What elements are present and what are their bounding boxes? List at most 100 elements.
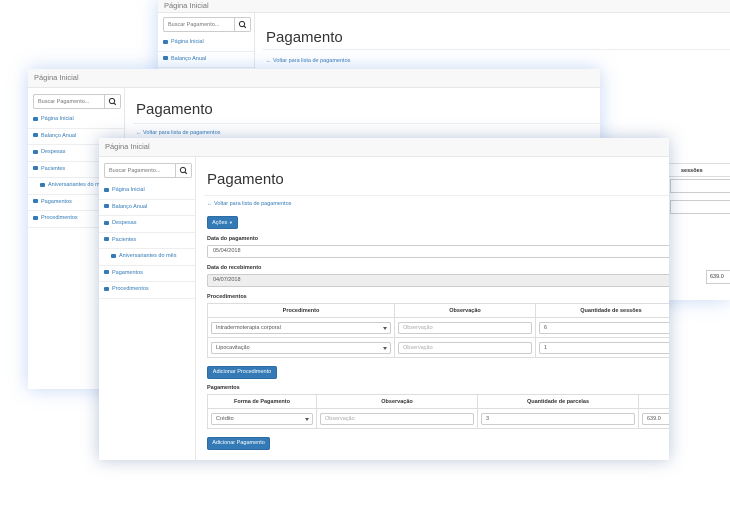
back-link[interactable]: ← Voltar para lista de pagamentos [266, 58, 350, 64]
sidebar-item-payments[interactable]: Pagamentos [99, 266, 195, 282]
list-icon [33, 149, 38, 154]
date-received-input[interactable]: 04/07/2018 [207, 274, 669, 287]
add-payment-button[interactable]: Adicionar Pagamento [207, 437, 270, 450]
sidebar-item-home[interactable]: Página Inicial [28, 112, 124, 129]
column-header: Observação [316, 394, 478, 409]
search-button[interactable] [104, 95, 120, 108]
search-button[interactable] [175, 164, 191, 177]
dashboard-icon [33, 116, 38, 121]
back-link[interactable]: ← Voltar para lista de pagamentos [136, 130, 220, 136]
list-icon [104, 286, 109, 291]
table-row: Lipocavitação Observação 1 [207, 337, 669, 358]
list-icon [104, 204, 109, 209]
amount-fragment: 639.0 [706, 270, 730, 284]
search-button[interactable] [234, 18, 250, 31]
search-icon [238, 20, 247, 29]
observation-input[interactable]: Observação [320, 412, 474, 425]
sidebar-item-annual-balance[interactable]: Balanço Anual [99, 200, 195, 216]
home-link[interactable]: Página Inicial [34, 73, 79, 82]
birthday-cake-icon [111, 253, 116, 258]
list-icon [104, 237, 109, 242]
column-header: Procedimento [207, 303, 395, 318]
sessions-field-fragment-2 [670, 200, 730, 214]
date-payment-input[interactable]: 05/04/2018 [207, 245, 669, 258]
main-content: Pagamento ← Voltar para lista de pagamen… [196, 157, 669, 460]
table-row: Crédito Observação 3 639.0 [207, 408, 669, 429]
sidebar-item-home[interactable]: Página Inicial [99, 183, 195, 200]
page-title: Pagamento [136, 101, 213, 118]
sessions-field-fragment [670, 179, 730, 193]
title-divider [263, 49, 730, 50]
column-header [638, 394, 669, 409]
top-navbar: Página Inicial [158, 0, 730, 13]
caret-down-icon: ▼ [228, 220, 233, 225]
procedure-select[interactable]: Lipocavitação [211, 341, 391, 354]
table-header-row: Forma de Pagamento Observação Quantidade… [207, 394, 669, 409]
list-icon [33, 199, 38, 204]
birthday-cake-icon [40, 182, 45, 187]
search-input[interactable] [164, 18, 232, 31]
column-header: Observação [394, 303, 536, 318]
table-header-row: Procedimento Observação Quantidade de se… [207, 303, 669, 318]
column-header: Quantidade de sessões [535, 303, 669, 318]
sidebar-item-procedures[interactable]: Procedimentos [99, 282, 195, 299]
search-box [104, 163, 192, 178]
procedures-label: Procedimentos [207, 294, 247, 300]
column-header: Quantidade de parcelas [477, 394, 639, 409]
search-icon [108, 97, 117, 106]
table-row: Intradermoterapia corporal Observação 6 [207, 317, 669, 338]
arrow-left-icon: ← [207, 201, 215, 207]
dashboard-icon [104, 187, 109, 192]
top-navbar: Página Inicial [99, 138, 669, 157]
back-link[interactable]: ← Voltar para lista de pagamentos [207, 201, 291, 207]
home-link[interactable]: Página Inicial [105, 142, 150, 151]
amount-input[interactable]: 639.0 [642, 412, 669, 425]
list-icon [163, 56, 168, 61]
chevron-down-icon [383, 326, 387, 330]
chevron-down-icon [305, 417, 309, 421]
payment-method-select[interactable]: Crédito [211, 412, 313, 425]
sessions-input[interactable]: 6 [539, 321, 669, 334]
observation-input[interactable]: Observação [398, 321, 532, 334]
home-link[interactable]: Página Inicial [164, 1, 209, 10]
list-icon [33, 215, 38, 220]
title-divider [204, 195, 669, 196]
window-front: Página Inicial Página Inicial Balanço An… [99, 138, 669, 460]
sessions-header-fragment: sessões [666, 163, 730, 177]
search-icon [179, 166, 188, 175]
search-box [163, 17, 251, 32]
actions-dropdown-button[interactable]: Ações ▼ [207, 216, 238, 229]
procedures-table: Procedimento Observação Quantidade de se… [207, 303, 669, 358]
date-payment-label: Data do pagamento [207, 236, 259, 242]
sidebar-nav: Página Inicial Balanço Anual Despesas Pa… [99, 183, 195, 299]
installments-input[interactable]: 3 [481, 412, 635, 425]
sidebar-item-annual-balance[interactable]: Balanço Anual [158, 52, 254, 68]
procedure-select[interactable]: Intradermoterapia corporal [211, 321, 391, 334]
list-icon [33, 133, 38, 138]
sidebar-item-home[interactable]: Página Inicial [158, 35, 254, 52]
list-icon [33, 166, 38, 171]
page-title: Pagamento [266, 29, 343, 46]
page-title: Pagamento [207, 171, 284, 188]
sidebar-nav: Página Inicial Balanço Anual [158, 35, 254, 68]
top-navbar: Página Inicial [28, 69, 600, 88]
arrow-left-icon: ← [266, 58, 274, 64]
sessions-input[interactable]: 1 [539, 341, 669, 354]
arrow-left-icon: ← [136, 130, 144, 136]
sidebar-item-birthdays[interactable]: Aniversariantes do mês [99, 249, 195, 266]
list-icon [104, 270, 109, 275]
dashboard-icon [163, 39, 168, 44]
search-box [33, 94, 121, 109]
title-divider [133, 123, 600, 124]
observation-input[interactable]: Observação [398, 341, 532, 354]
sidebar-item-expenses[interactable]: Despesas [99, 216, 195, 233]
sidebar-item-patients[interactable]: Pacientes [99, 233, 195, 249]
column-header: Forma de Pagamento [207, 394, 317, 409]
date-received-label: Data do recebimento [207, 265, 262, 271]
add-procedure-button[interactable]: Adicionar Procedimento [207, 366, 277, 379]
payments-table: Forma de Pagamento Observação Quantidade… [207, 394, 669, 429]
search-input[interactable] [34, 95, 102, 108]
chevron-down-icon [383, 346, 387, 350]
search-input[interactable] [105, 164, 173, 177]
payments-label: Pagamentos [207, 385, 240, 391]
